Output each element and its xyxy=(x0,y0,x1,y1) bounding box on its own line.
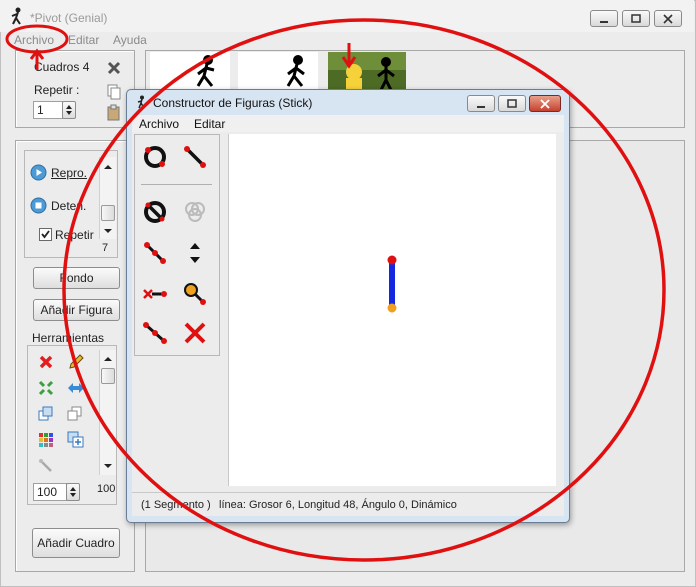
tools-scroll-thumb[interactable] xyxy=(101,368,115,384)
dialog-maximize-button[interactable] xyxy=(498,95,526,112)
multi-circle-icon xyxy=(185,202,205,222)
speed-slider-track[interactable] xyxy=(99,157,116,239)
shrink-icon[interactable] xyxy=(38,380,54,396)
cuadros-label: Cuadros 4 xyxy=(34,60,90,74)
paste-frame-icon[interactable] xyxy=(106,104,122,122)
maximize-button[interactable] xyxy=(622,10,650,27)
color-palette-icon[interactable] xyxy=(38,432,54,448)
stick-segment[interactable] xyxy=(380,250,404,318)
frame-thumb-2[interactable] xyxy=(238,52,318,92)
stop-label[interactable]: Deten. xyxy=(51,199,86,213)
stickman-dialog-icon xyxy=(137,95,145,109)
arrow-up-icon xyxy=(104,357,112,361)
minimize-icon xyxy=(600,21,608,23)
add-filled-circle-icon[interactable] xyxy=(142,199,168,225)
size-input[interactable]: 100 xyxy=(33,483,67,501)
dialog-minimize-button[interactable] xyxy=(467,95,495,112)
size-stepper[interactable] xyxy=(66,483,80,501)
stop-icon[interactable] xyxy=(30,197,47,214)
repetir-stepper[interactable] xyxy=(62,101,76,119)
move-up-down-icon[interactable] xyxy=(182,240,208,266)
frame-thumb-3[interactable] xyxy=(328,52,406,92)
dialog-menu-archivo[interactable]: Archivo xyxy=(139,117,179,131)
kink-segment-icon[interactable] xyxy=(142,320,168,346)
palette-divider xyxy=(141,184,212,185)
checkmark-icon xyxy=(41,230,50,239)
menu-ayuda[interactable]: Ayuda xyxy=(113,33,147,47)
close-icon xyxy=(540,99,550,109)
stick-figure-thumb xyxy=(286,55,305,87)
play-icon[interactable] xyxy=(30,164,47,181)
add-line-icon[interactable] xyxy=(182,144,208,170)
size-label: 100 xyxy=(97,483,116,495)
arrow-up-icon xyxy=(104,165,112,169)
fondo-button[interactable]: Fondo xyxy=(33,267,120,289)
delete-frame-icon[interactable] xyxy=(106,60,122,76)
stepper-arrows-icon xyxy=(70,487,76,497)
loop-label: Repetir xyxy=(55,228,94,242)
close-button[interactable] xyxy=(654,10,682,27)
play-label[interactable]: Repro. xyxy=(51,166,87,180)
speed-slider-thumb[interactable] xyxy=(101,205,115,221)
minimize-icon xyxy=(477,106,485,108)
edit-figure-icon[interactable] xyxy=(38,458,54,474)
send-back-icon[interactable] xyxy=(67,406,83,422)
add-figure-button[interactable]: Añadir Figura xyxy=(33,299,120,321)
tools-scrollbar[interactable] xyxy=(99,350,116,475)
dialog-close-button[interactable] xyxy=(529,95,561,112)
pencil-icon[interactable] xyxy=(67,353,85,371)
minimize-button[interactable] xyxy=(590,10,618,27)
stickman-app-icon xyxy=(11,7,21,25)
split-segment-icon[interactable] xyxy=(142,240,168,266)
speed-value: 7 xyxy=(102,242,109,254)
dialog-title: Constructor de Figuras (Stick) xyxy=(153,96,313,110)
delete-tool-icon[interactable] xyxy=(38,354,54,370)
stepper-arrows-icon xyxy=(66,105,72,115)
tools-title: Herramientas xyxy=(32,331,105,345)
detach-segment-icon[interactable] xyxy=(142,281,168,307)
flip-arrows-icon[interactable] xyxy=(67,380,85,396)
menu-editar[interactable]: Editar xyxy=(68,33,99,47)
maximize-icon xyxy=(631,14,641,23)
add-frame-button[interactable]: Añadir Cuadro xyxy=(32,528,120,558)
maximize-icon xyxy=(507,99,517,108)
cartoon-character-thumb xyxy=(328,52,406,92)
copy-frame-icon[interactable] xyxy=(106,83,122,101)
repetir-label: Repetir : xyxy=(34,83,80,97)
set-origin-icon[interactable] xyxy=(182,281,208,307)
status-line-info: línea: Grosor 6, Longitud 48, Ángulo 0, … xyxy=(219,499,457,511)
frame-thumb-1[interactable] xyxy=(150,52,230,92)
stick-figure-thumb xyxy=(196,55,215,87)
main-window-title: *Pivot (Genial) xyxy=(30,11,108,25)
duplicate-figure-icon[interactable] xyxy=(67,431,85,449)
loop-checkbox[interactable] xyxy=(39,228,52,241)
bring-front-icon[interactable] xyxy=(38,406,54,422)
arrow-down-icon xyxy=(104,464,112,468)
dialog-menu-editar[interactable]: Editar xyxy=(194,117,225,131)
repetir-input[interactable]: 1 xyxy=(33,101,63,119)
add-circle-icon[interactable] xyxy=(142,144,168,170)
status-segments: (1 Segmento ) xyxy=(141,499,211,511)
arrow-down-icon xyxy=(104,229,112,233)
delete-segment-icon[interactable] xyxy=(182,320,208,346)
close-icon xyxy=(663,14,673,24)
menu-archivo[interactable]: Archivo xyxy=(14,33,54,47)
main-titlebar: *Pivot (Genial) xyxy=(0,0,694,32)
